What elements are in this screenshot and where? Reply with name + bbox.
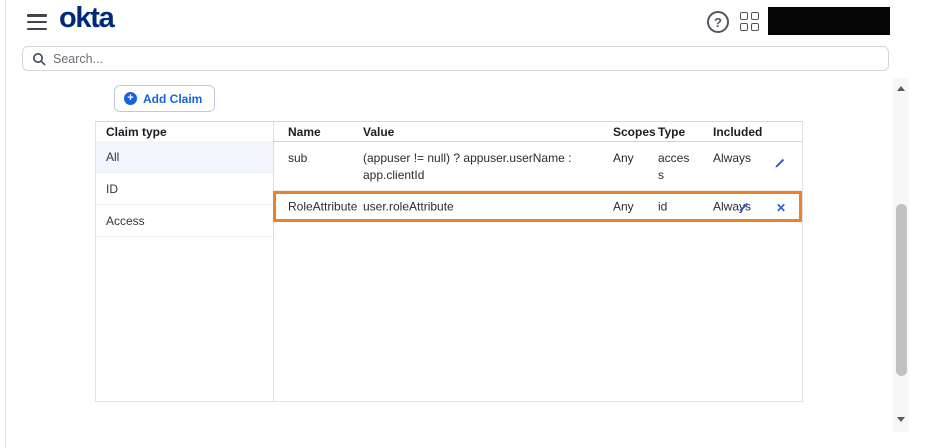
help-glyph: ? (714, 14, 722, 30)
help-icon[interactable]: ? (707, 11, 729, 33)
column-header-value: Value (363, 124, 395, 139)
cell-name: sub (288, 151, 308, 165)
cell-value: (appuser != null) ? appuser.userName : a… (363, 151, 572, 182)
okta-admin-screen: okta ? + Add Claim Claim type Name Value… (0, 0, 925, 448)
search-icon (33, 52, 46, 65)
edit-icon[interactable] (771, 155, 787, 171)
table-row-sub: sub (appuser != null) ? appuser.userName… (274, 141, 804, 191)
search-bar[interactable] (22, 46, 889, 71)
cell-scopes: Any (613, 199, 634, 213)
add-claim-button[interactable]: + Add Claim (114, 85, 216, 112)
vertical-scrollbar[interactable] (893, 78, 909, 432)
scroll-up-icon[interactable] (897, 86, 905, 91)
delete-icon[interactable]: ✕ (773, 200, 789, 216)
column-header-included: Included (713, 124, 763, 139)
claims-table: Claim type Name Value Scopes Type Includ… (95, 121, 804, 402)
cell-type: id (658, 199, 668, 213)
okta-logo[interactable]: okta (59, 2, 115, 35)
table-row-roleattribute-highlighted: RoleAttribute user.roleAttribute Any id … (273, 191, 802, 222)
scrollbar-thumb[interactable] (895, 204, 907, 376)
add-claim-label: Add Claim (143, 91, 203, 106)
cell-name: RoleAttribute (288, 199, 358, 213)
claim-type-label: ID (106, 181, 118, 196)
search-input[interactable] (53, 51, 879, 66)
claim-type-item-access[interactable]: Access (96, 205, 273, 237)
claim-type-label: All (106, 149, 120, 164)
cell-type: access (658, 151, 690, 182)
plus-circle-icon: + (124, 92, 137, 105)
column-header-name: Name (288, 124, 321, 139)
claim-type-item-all[interactable]: All (96, 141, 273, 173)
page-left-border (5, 0, 6, 448)
user-account-redacted[interactable] (768, 7, 890, 35)
cell-scopes: Any (613, 151, 634, 165)
claim-type-label: Access (106, 213, 145, 228)
column-header-scopes: Scopes (613, 124, 656, 139)
cell-included: Always (713, 151, 752, 165)
cell-value: user.roleAttribute (363, 199, 454, 213)
edit-icon[interactable] (735, 199, 751, 215)
claim-type-header: Claim type (106, 124, 167, 139)
claim-type-item-id[interactable]: ID (96, 173, 273, 205)
apps-grid-icon[interactable] (740, 12, 760, 32)
hamburger-menu-icon[interactable] (27, 14, 47, 30)
scroll-down-icon[interactable] (897, 417, 905, 422)
column-header-type: Type (658, 124, 686, 139)
